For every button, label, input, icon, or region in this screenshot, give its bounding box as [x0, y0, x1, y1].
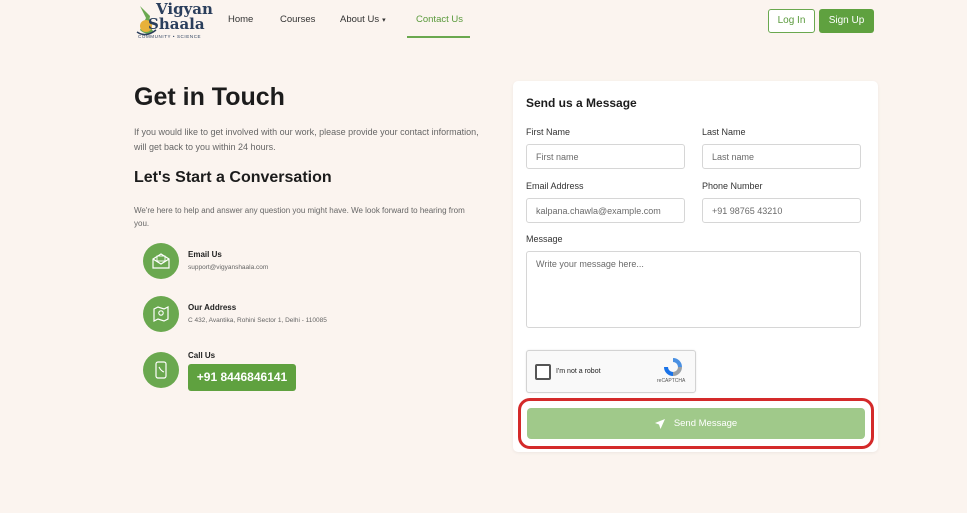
page-title: Get in Touch: [134, 83, 285, 111]
phone-input[interactable]: [702, 198, 861, 223]
phone-icon: [143, 352, 179, 388]
recaptcha-icon: [664, 358, 682, 376]
address-title: Our Address: [188, 303, 237, 312]
send-message-button[interactable]: Send Message: [527, 408, 865, 439]
message-textarea[interactable]: [526, 251, 861, 328]
last-name-input[interactable]: [702, 144, 861, 169]
envelope-icon: [143, 243, 179, 279]
recaptcha-widget: I'm not a robot reCAPTCHA: [526, 350, 696, 393]
form-title: Send us a Message: [526, 96, 637, 110]
recaptcha-checkbox[interactable]: [535, 364, 551, 380]
nav-courses[interactable]: Courses: [280, 14, 315, 25]
section-subtitle: Let's Start a Conversation: [134, 169, 332, 186]
email-title: Email Us: [188, 250, 222, 259]
email-value[interactable]: support@vigyanshaala.com: [188, 264, 268, 271]
address-value: C 432, Avantika, Rohini Sector 1, Delhi …: [188, 317, 327, 324]
last-name-label: Last Name: [702, 127, 746, 137]
phone-number-button[interactable]: +91 8446846141: [188, 364, 296, 391]
recaptcha-brand: reCAPTCHA: [657, 378, 686, 384]
login-button[interactable]: Log In: [768, 9, 815, 33]
first-name-input[interactable]: [526, 144, 685, 169]
nav-about-us[interactable]: About Us ▾: [340, 14, 386, 25]
nav-about-us-label: About Us: [340, 14, 380, 25]
section-subtext: We're here to help and answer any questi…: [134, 206, 465, 228]
intro-text: If you would like to get involved with o…: [134, 127, 479, 152]
nav-home[interactable]: Home: [228, 14, 253, 25]
top-nav: Vigyan Shaala COMMUNITY • SCIENCE Home C…: [0, 0, 967, 42]
first-name-label: First Name: [526, 127, 571, 137]
logo-text-line2: Shaala: [148, 15, 205, 33]
chevron-down-icon: ▾: [382, 17, 386, 24]
nav-contact-us[interactable]: Contact Us: [416, 14, 463, 25]
logo[interactable]: Vigyan Shaala COMMUNITY • SCIENCE: [134, 0, 214, 42]
active-nav-underline: [407, 36, 470, 38]
email-input[interactable]: [526, 198, 685, 223]
send-message-label: Send Message: [673, 418, 738, 429]
map-icon: [143, 296, 179, 332]
message-label: Message: [526, 234, 563, 244]
paper-plane-icon: [654, 418, 665, 429]
call-title: Call Us: [188, 351, 216, 360]
signup-button[interactable]: Sign Up: [819, 9, 874, 33]
email-label: Email Address: [526, 181, 584, 191]
logo-tagline: COMMUNITY • SCIENCE: [138, 34, 202, 39]
recaptcha-label: I'm not a robot: [556, 368, 601, 375]
phone-label: Phone Number: [702, 181, 763, 191]
